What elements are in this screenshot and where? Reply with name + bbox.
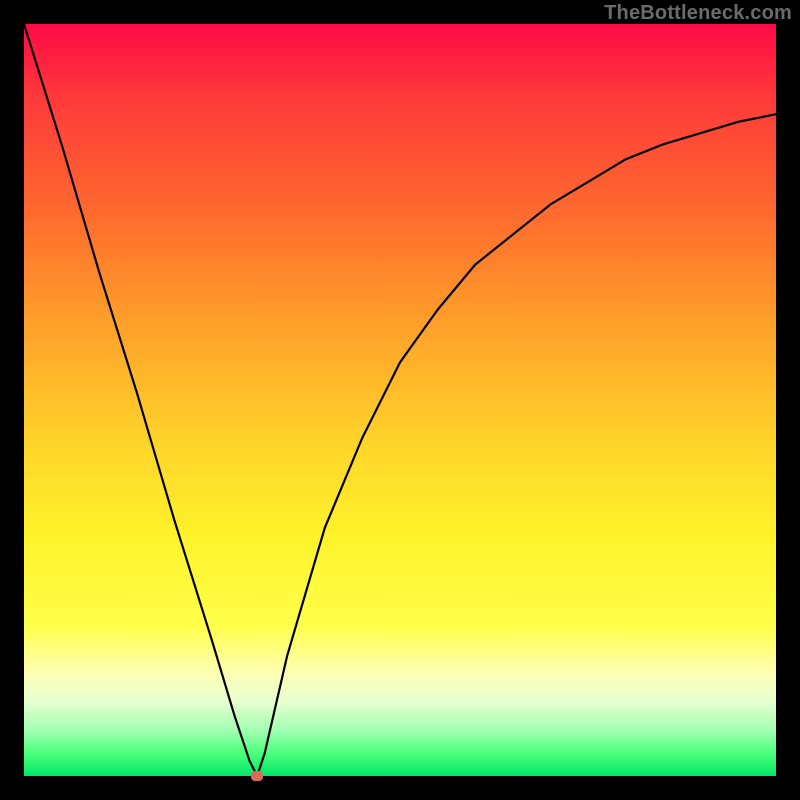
minimum-marker	[251, 771, 263, 781]
watermark-text: TheBottleneck.com	[604, 2, 792, 25]
plot-area	[24, 24, 776, 776]
bottleneck-curve	[24, 24, 776, 776]
chart-frame: TheBottleneck.com	[0, 0, 800, 800]
